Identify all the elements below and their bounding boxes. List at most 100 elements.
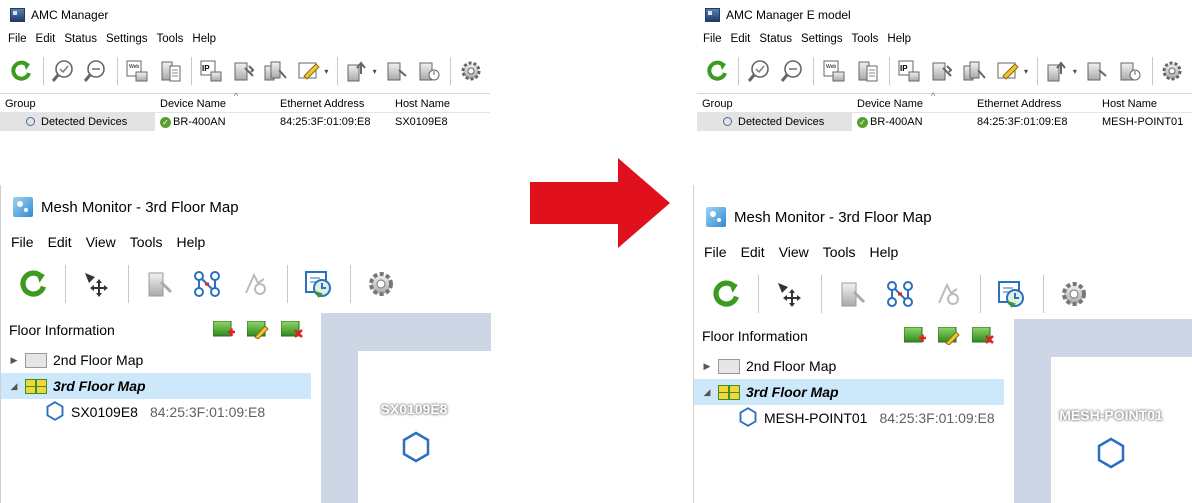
group-item-detected[interactable]: Detected Devices bbox=[0, 113, 155, 131]
add-floor-icon[interactable] bbox=[903, 326, 926, 345]
topology-icon[interactable] bbox=[187, 264, 227, 304]
tree-item-floor[interactable]: ▶ 2nd Floor Map bbox=[694, 353, 1012, 379]
tree-item-node[interactable]: SX0109E8 84:25:3F:01:09:E8 bbox=[1, 399, 321, 425]
map-node-hexagon-icon[interactable] bbox=[1096, 437, 1126, 474]
zoom-in-icon[interactable] bbox=[50, 56, 77, 86]
group-configure-icon[interactable] bbox=[263, 56, 290, 86]
zoom-out-icon[interactable] bbox=[778, 56, 805, 86]
chevron-down-icon[interactable]: ▾ bbox=[1024, 67, 1031, 76]
gear-icon[interactable] bbox=[361, 264, 401, 304]
delete-floor-icon[interactable] bbox=[280, 320, 303, 339]
column-group[interactable]: Group bbox=[0, 98, 155, 112]
configure-icon[interactable] bbox=[231, 56, 258, 86]
gear-icon[interactable] bbox=[1054, 274, 1094, 314]
menu-help[interactable]: Help bbox=[869, 244, 898, 260]
menu-help[interactable]: Help bbox=[192, 33, 216, 45]
refresh-icon[interactable] bbox=[706, 274, 746, 314]
gear-icon[interactable] bbox=[457, 56, 484, 86]
chevron-right-icon[interactable]: ▶ bbox=[7, 355, 21, 366]
menu-edit[interactable]: Edit bbox=[731, 33, 751, 45]
menu-file[interactable]: File bbox=[703, 33, 722, 45]
chevron-down-icon[interactable]: ▾ bbox=[324, 67, 331, 76]
floor-map-canvas[interactable]: MESH-POINT01 bbox=[1051, 357, 1192, 503]
menu-edit[interactable]: Edit bbox=[36, 33, 56, 45]
map-node-hexagon-icon[interactable] bbox=[401, 431, 431, 468]
refresh-icon[interactable] bbox=[8, 56, 35, 86]
edit-floor-icon[interactable] bbox=[937, 326, 960, 346]
column-host-name[interactable]: Host Name bbox=[390, 98, 475, 112]
chevron-down-icon[interactable]: ▾ bbox=[373, 67, 380, 76]
menu-tools[interactable]: Tools bbox=[823, 244, 856, 260]
device-name: BR-400AN bbox=[870, 116, 923, 128]
column-device-name[interactable]: Device Name bbox=[155, 98, 275, 112]
gear-icon[interactable] bbox=[1159, 56, 1186, 86]
upload-icon[interactable] bbox=[344, 56, 371, 86]
device-settings-icon[interactable] bbox=[832, 274, 872, 314]
delete-floor-icon[interactable] bbox=[971, 326, 994, 345]
upload-icon[interactable] bbox=[1044, 56, 1071, 86]
column-host-name[interactable]: Host Name bbox=[1097, 98, 1192, 112]
tree-item-node[interactable]: MESH-POINT01 84:25:3F:01:09:E8 bbox=[694, 405, 1012, 431]
menu-help[interactable]: Help bbox=[176, 234, 205, 250]
chevron-down-icon[interactable]: ◢ bbox=[700, 387, 714, 398]
menu-file[interactable]: File bbox=[704, 244, 727, 260]
node-name: SX0109E8 bbox=[71, 404, 138, 420]
link-analysis-icon[interactable] bbox=[235, 264, 275, 304]
menu-view[interactable]: View bbox=[779, 244, 809, 260]
move-icon[interactable] bbox=[769, 274, 809, 314]
menu-edit[interactable]: Edit bbox=[741, 244, 765, 260]
device-settings-icon[interactable] bbox=[139, 264, 179, 304]
group-configure-icon[interactable] bbox=[962, 56, 989, 86]
device-update-icon[interactable] bbox=[1084, 56, 1111, 86]
column-device-name[interactable]: Device Name bbox=[852, 98, 972, 112]
topology-icon[interactable] bbox=[880, 274, 920, 314]
refresh-icon[interactable] bbox=[703, 56, 730, 86]
ip-icon[interactable]: IP bbox=[896, 56, 923, 86]
device-settings-icon[interactable] bbox=[853, 56, 880, 86]
menu-tools[interactable]: Tools bbox=[130, 234, 163, 250]
configure-icon[interactable] bbox=[929, 56, 956, 86]
refresh-icon[interactable] bbox=[13, 264, 53, 304]
column-ethernet-address[interactable]: Ethernet Address bbox=[972, 98, 1097, 112]
move-icon[interactable] bbox=[76, 264, 116, 304]
device-row[interactable]: Detected Devices ✓ BR-400AN 84:25:3F:01:0… bbox=[0, 113, 490, 131]
schedule-icon[interactable] bbox=[298, 264, 338, 304]
power-icon[interactable] bbox=[416, 56, 443, 86]
ip-icon[interactable]: IP bbox=[198, 56, 225, 86]
tree-item-floor[interactable]: ▶ 2nd Floor Map bbox=[1, 347, 321, 373]
zoom-out-icon[interactable] bbox=[82, 56, 109, 86]
column-group[interactable]: Group bbox=[697, 98, 852, 112]
zoom-in-icon[interactable] bbox=[745, 56, 772, 86]
chevron-right-icon[interactable]: ▶ bbox=[700, 361, 714, 372]
link-analysis-icon[interactable] bbox=[928, 274, 968, 314]
chevron-down-icon[interactable]: ◢ bbox=[7, 381, 21, 392]
edit-floor-icon[interactable] bbox=[246, 320, 269, 340]
web-icon[interactable]: Web bbox=[820, 56, 847, 86]
edit-icon[interactable] bbox=[995, 56, 1022, 86]
tree-item-floor-selected[interactable]: ◢ 3rd Floor Map bbox=[1, 373, 311, 399]
power-icon[interactable] bbox=[1117, 56, 1144, 86]
menu-view[interactable]: View bbox=[86, 234, 116, 250]
menu-status[interactable]: Status bbox=[64, 33, 97, 45]
menu-help[interactable]: Help bbox=[887, 33, 911, 45]
menu-status[interactable]: Status bbox=[759, 33, 792, 45]
menu-file[interactable]: File bbox=[8, 33, 27, 45]
floor-map-canvas[interactable]: SX0109E8 bbox=[358, 351, 491, 503]
device-settings-icon[interactable] bbox=[156, 56, 183, 86]
menu-tools[interactable]: Tools bbox=[157, 33, 184, 45]
tree-item-floor-selected[interactable]: ◢ 3rd Floor Map bbox=[694, 379, 1004, 405]
device-update-icon[interactable] bbox=[383, 56, 410, 86]
column-ethernet-address[interactable]: Ethernet Address bbox=[275, 98, 390, 112]
web-icon[interactable]: Web bbox=[124, 56, 151, 86]
menu-edit[interactable]: Edit bbox=[48, 234, 72, 250]
chevron-down-icon[interactable]: ▾ bbox=[1073, 67, 1080, 76]
menu-tools[interactable]: Tools bbox=[852, 33, 879, 45]
menu-settings[interactable]: Settings bbox=[801, 33, 843, 45]
group-item-detected[interactable]: Detected Devices bbox=[697, 113, 852, 131]
edit-icon[interactable] bbox=[296, 56, 323, 86]
device-row[interactable]: Detected Devices ✓ BR-400AN 84:25:3F:01:0… bbox=[697, 113, 1192, 131]
add-floor-icon[interactable] bbox=[212, 320, 235, 339]
menu-settings[interactable]: Settings bbox=[106, 33, 148, 45]
schedule-icon[interactable] bbox=[991, 274, 1031, 314]
menu-file[interactable]: File bbox=[11, 234, 34, 250]
